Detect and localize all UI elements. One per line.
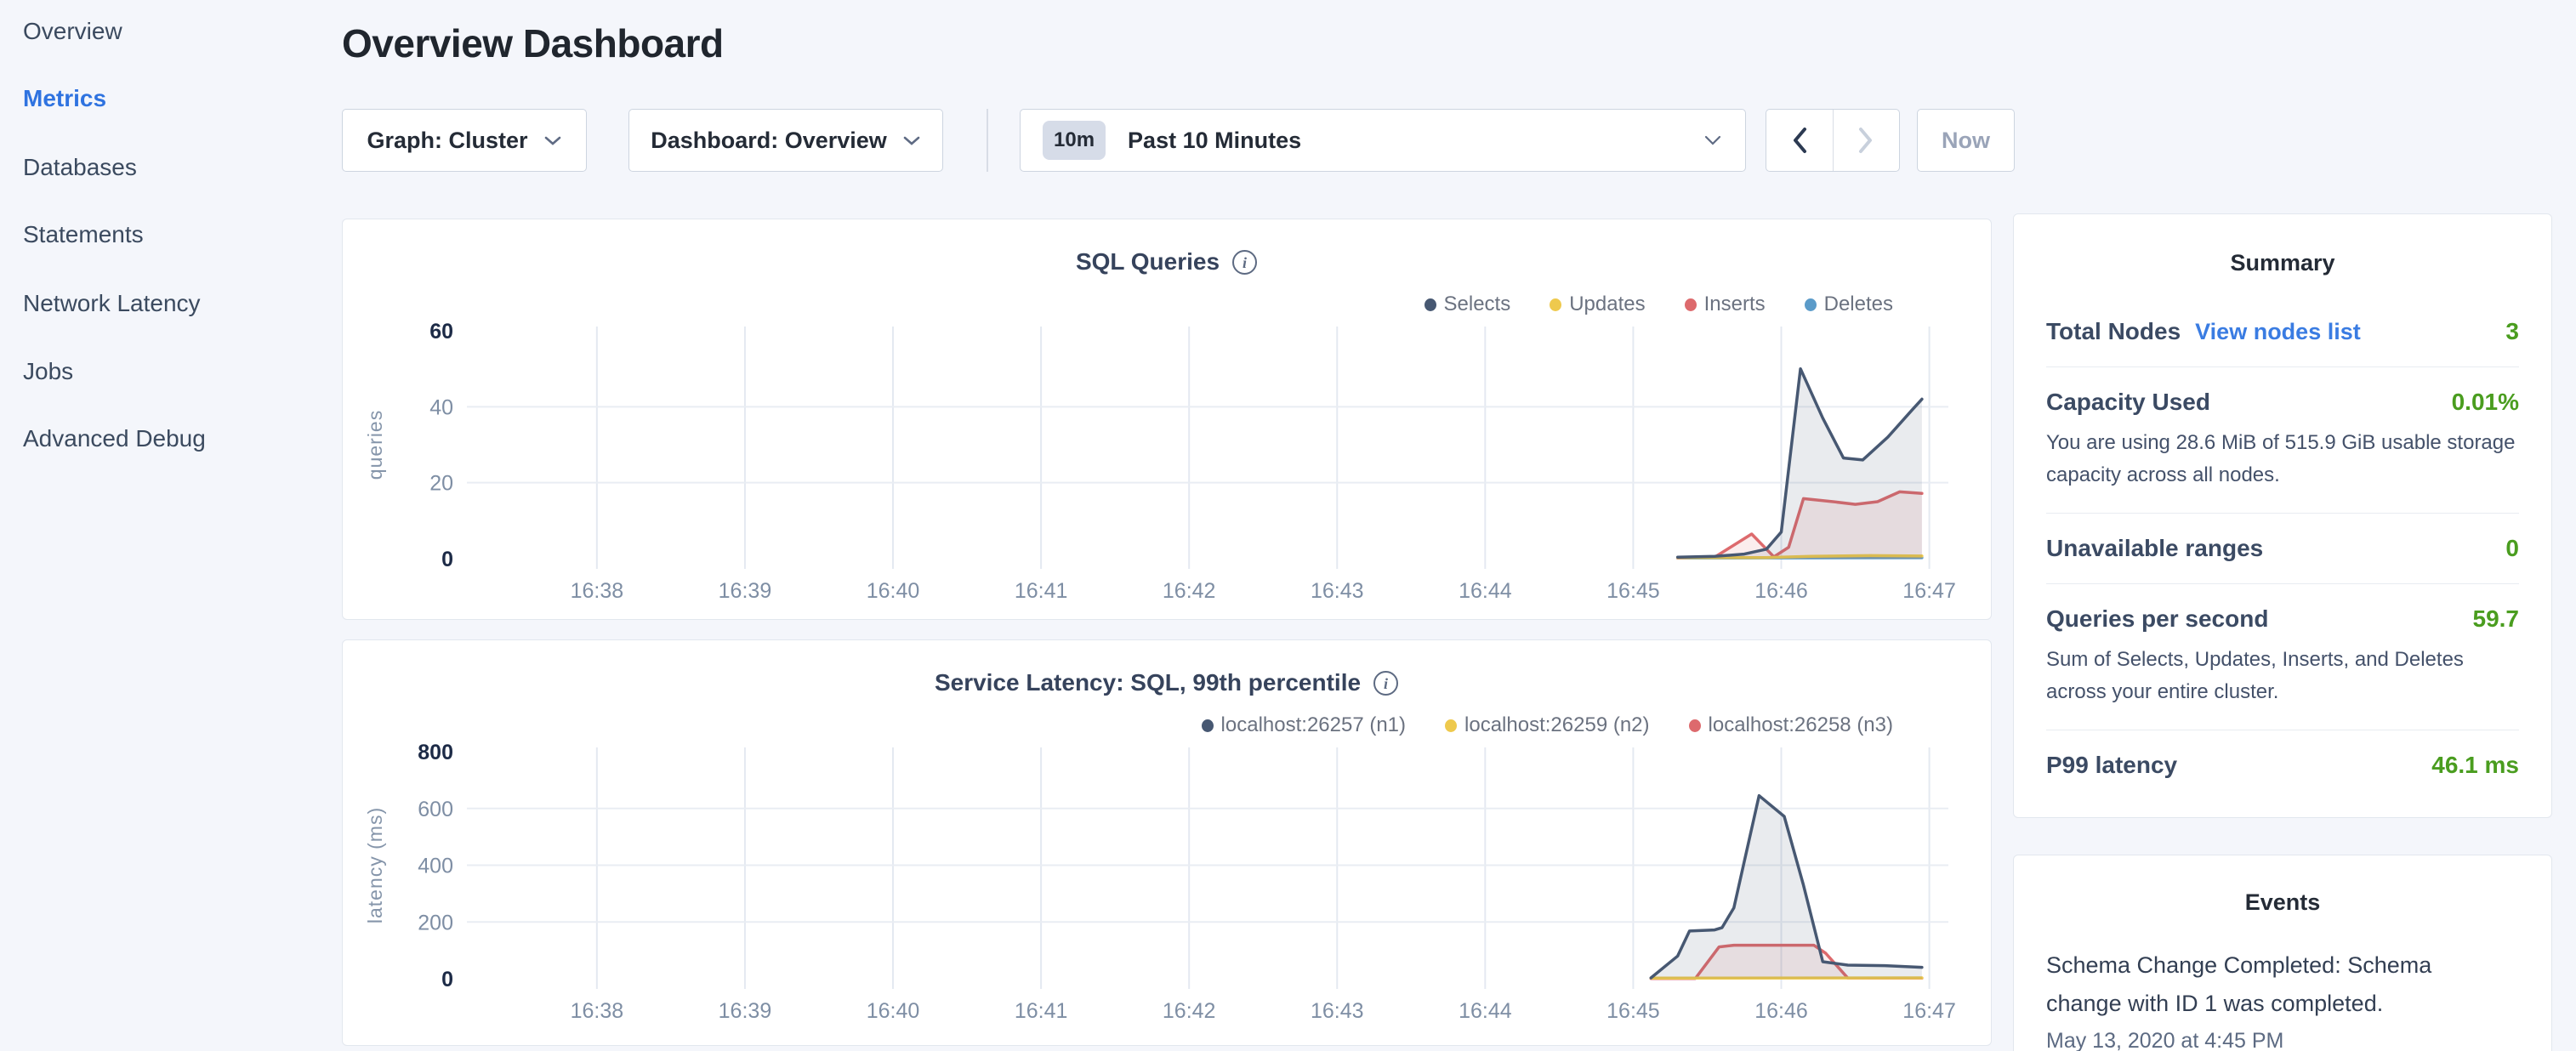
y-tick-label: 0 — [441, 548, 453, 571]
x-tick-label: 16:44 — [1459, 999, 1512, 1023]
summary-description: You are using 28.6 MiB of 515.9 GiB usab… — [2046, 427, 2519, 491]
x-tick-label: 16:40 — [867, 999, 920, 1023]
summary-row-capacity-used: Capacity Used 0.01% You are using 28.6 M… — [2046, 366, 2519, 513]
time-range-badge: 10m — [1043, 121, 1106, 160]
x-tick-label: 16:40 — [867, 579, 920, 603]
sidebar-item-network-latency[interactable]: Network Latency — [23, 289, 201, 318]
y-tick-label: 20 — [429, 472, 453, 496]
summary-description: Sum of Selects, Updates, Inserts, and De… — [2046, 644, 2519, 708]
chevron-right-icon — [1857, 126, 1875, 155]
x-tick-label: 16:45 — [1606, 579, 1660, 603]
x-tick-label: 16:46 — [1754, 999, 1808, 1023]
x-tick-label: 16:43 — [1311, 579, 1364, 603]
time-back-button[interactable] — [1766, 110, 1833, 171]
x-tick-label: 16:38 — [571, 999, 624, 1023]
time-range-label: Past 10 Minutes — [1128, 128, 1301, 154]
x-tick-label: 16:44 — [1459, 579, 1512, 603]
controls-divider — [987, 109, 988, 172]
service-latency-chart-card: Service Latency: SQL, 99th percentile i … — [342, 639, 1992, 1046]
summary-value: 46.1 ms — [2431, 752, 2519, 779]
events-title: Events — [2046, 889, 2519, 916]
graph-dropdown[interactable]: Graph: Cluster — [342, 109, 587, 172]
x-tick-label: 16:38 — [571, 579, 624, 603]
y-tick-label: 600 — [418, 798, 453, 821]
summary-panel: Summary Total Nodes View nodes list 3 Ca… — [2013, 213, 2552, 818]
sidebar-item-advanced-debug[interactable]: Advanced Debug — [23, 424, 206, 453]
x-tick-label: 16:39 — [719, 579, 772, 603]
x-tick-label: 16:47 — [1902, 579, 1956, 603]
series-area — [1678, 369, 1922, 559]
summary-row-p99-latency: P99 latency 46.1 ms — [2046, 730, 2519, 800]
graph-dropdown-label: Graph: Cluster — [367, 128, 527, 154]
chevron-left-icon — [1790, 126, 1809, 155]
summary-row-total-nodes: Total Nodes View nodes list 3 — [2046, 297, 2519, 366]
summary-label: Total Nodes — [2046, 318, 2181, 345]
x-tick-label: 16:41 — [1015, 999, 1068, 1023]
chevron-down-icon — [902, 135, 921, 146]
summary-label: Capacity Used — [2046, 389, 2210, 416]
time-step-buttons — [1766, 109, 1900, 172]
y-tick-label: 60 — [429, 320, 453, 344]
events-panel: Events Schema Change Completed: Schema c… — [2013, 855, 2552, 1051]
service-latency-plot[interactable]: 16:38 16:39 16:40 16:41 16:42 16:43 16:44 16:45… — [343, 640, 1993, 1047]
y-tick-label: 800 — [418, 741, 453, 764]
x-tick-label: 16:39 — [719, 999, 772, 1023]
sidebar-item-statements[interactable]: Statements — [23, 220, 144, 249]
summary-row-queries-per-second: Queries per second 59.7 Sum of Selects, … — [2046, 583, 2519, 730]
y-tick-label: 200 — [418, 911, 453, 935]
sidebar-item-overview[interactable]: Overview — [23, 17, 122, 46]
event-text: Schema Change Completed: Schema change w… — [2046, 946, 2454, 1023]
x-tick-label: 16:45 — [1606, 999, 1660, 1023]
sidebar-item-jobs[interactable]: Jobs — [23, 357, 73, 386]
sql-queries-chart-card: SQL Queries i SelectsUpdatesInsertsDelet… — [342, 219, 1992, 620]
sidebar-item-databases[interactable]: Databases — [23, 153, 137, 182]
summary-value: 0.01% — [2452, 389, 2519, 416]
summary-row-unavailable-ranges: Unavailable ranges 0 — [2046, 513, 2519, 583]
y-axis-title: queries — [364, 410, 386, 480]
chevron-down-icon — [543, 135, 562, 146]
page-title: Overview Dashboard — [342, 20, 724, 66]
summary-label: P99 latency — [2046, 752, 2177, 779]
sql-queries-plot[interactable]: 16:38 16:39 16:40 16:41 16:42 16:43 16:44 16:45… — [343, 219, 1993, 621]
dashboard-dropdown-label: Dashboard: Overview — [651, 128, 887, 154]
summary-label: Unavailable ranges — [2046, 535, 2263, 562]
metrics-page: Overview Metrics Databases Statements Ne… — [0, 0, 2576, 1051]
y-tick-label: 40 — [429, 395, 453, 419]
y-tick-label: 400 — [418, 855, 453, 878]
summary-value: 3 — [2505, 318, 2519, 345]
now-button[interactable]: Now — [1917, 109, 2015, 172]
chevron-down-icon — [1703, 134, 1723, 146]
y-tick-label: 0 — [441, 968, 453, 991]
summary-value: 0 — [2505, 535, 2519, 562]
event-item[interactable]: Schema Change Completed: Schema change w… — [2046, 946, 2519, 1051]
x-tick-label: 16:42 — [1163, 579, 1216, 603]
summary-value: 59.7 — [2473, 605, 2520, 633]
x-tick-label: 16:47 — [1902, 999, 1956, 1023]
sidebar-item-metrics[interactable]: Metrics — [23, 84, 106, 113]
time-forward-button[interactable] — [1833, 110, 1900, 171]
event-timestamp: May 13, 2020 at 4:45 PM — [2046, 1029, 2519, 1051]
y-axis-title: latency (ms) — [364, 807, 386, 923]
dashboard-dropdown[interactable]: Dashboard: Overview — [628, 109, 943, 172]
time-range-selector[interactable]: 10m Past 10 Minutes — [1020, 109, 1746, 172]
summary-title: Summary — [2046, 250, 2519, 276]
x-tick-label: 16:46 — [1754, 579, 1808, 603]
view-nodes-list-link[interactable]: View nodes list — [2195, 319, 2361, 345]
x-tick-label: 16:41 — [1015, 579, 1068, 603]
x-tick-label: 16:43 — [1311, 999, 1364, 1023]
x-tick-label: 16:42 — [1163, 999, 1216, 1023]
summary-label: Queries per second — [2046, 605, 2268, 633]
